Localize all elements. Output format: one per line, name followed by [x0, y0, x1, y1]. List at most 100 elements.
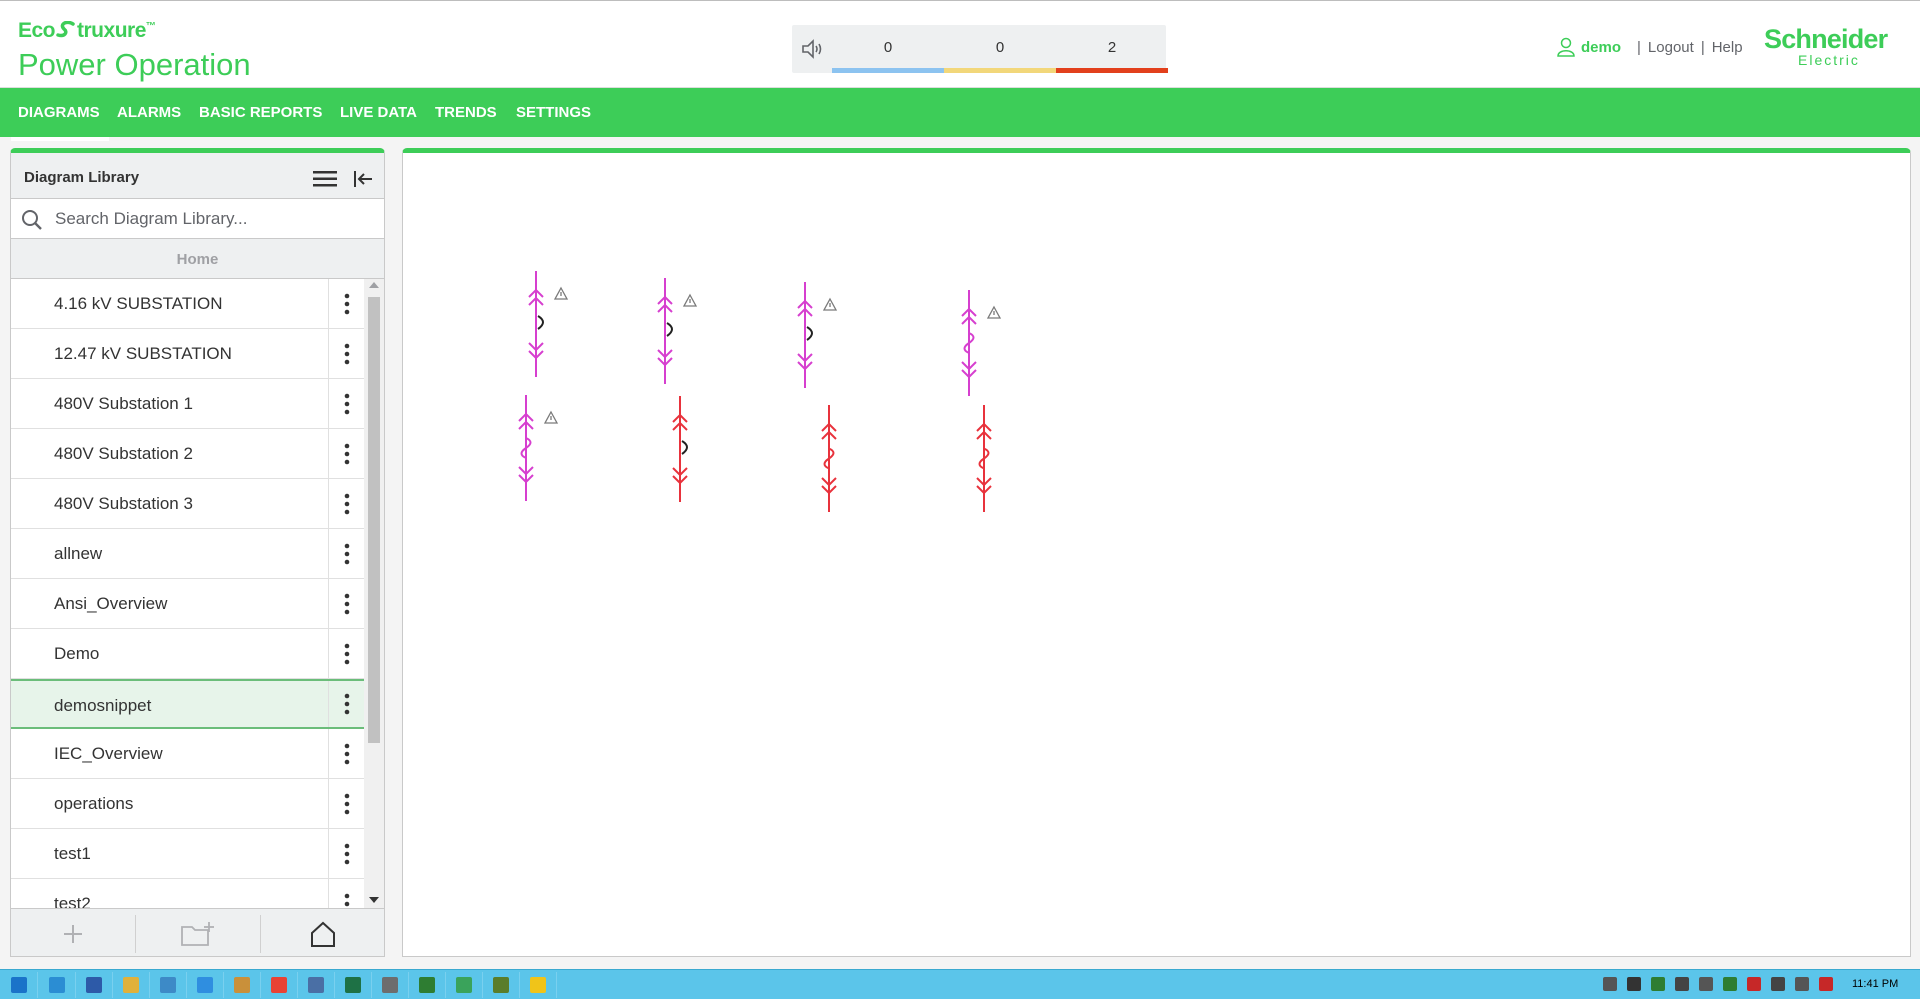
more-options-icon[interactable] [328, 879, 364, 908]
list-item-label[interactable]: 480V Substation 3 [54, 494, 193, 514]
list-item-label[interactable]: 480V Substation 2 [54, 444, 193, 464]
more-options-icon[interactable] [328, 829, 364, 878]
network-icon[interactable] [149, 972, 187, 998]
nav-trends[interactable]: TRENDS [435, 104, 497, 121]
fuse-symbol[interactable] [518, 395, 534, 501]
ie-icon[interactable] [186, 972, 224, 998]
tray-icon[interactable] [1795, 977, 1809, 991]
warning-icon[interactable] [822, 297, 838, 311]
editor-icon[interactable] [445, 972, 483, 998]
alarm-count-low[interactable]: 0 [832, 39, 944, 56]
list-item[interactable]: 480V Substation 2 [11, 429, 364, 479]
hamburger-menu-icon[interactable] [312, 169, 338, 189]
presentation-icon[interactable] [519, 972, 557, 998]
warning-icon[interactable] [682, 293, 698, 307]
nav-settings[interactable]: SETTINGS [516, 104, 591, 121]
more-options-icon[interactable] [328, 429, 364, 478]
tray-icon[interactable] [1699, 977, 1713, 991]
diagram-canvas[interactable] [402, 148, 1911, 957]
breadcrumb[interactable]: Home [11, 239, 384, 279]
warning-icon[interactable] [553, 286, 569, 300]
list-item-label[interactable]: demosnippet [54, 696, 151, 716]
app4-icon[interactable] [482, 972, 520, 998]
more-options-icon[interactable] [328, 279, 364, 328]
collapse-panel-icon[interactable] [351, 167, 375, 191]
fuse-symbol[interactable] [821, 405, 837, 512]
help-link[interactable]: Help [1712, 39, 1743, 56]
list-item[interactable]: test2 [11, 879, 364, 908]
list-item[interactable]: 480V Substation 3 [11, 479, 364, 529]
more-options-icon[interactable] [328, 629, 364, 678]
nav-basic-reports[interactable]: BASIC REPORTS [199, 104, 322, 121]
fuse-symbol[interactable] [961, 290, 977, 396]
more-options-icon[interactable] [328, 329, 364, 378]
breaker-symbol[interactable] [672, 396, 688, 502]
breaker-symbol[interactable] [528, 271, 544, 377]
list-item[interactable]: IEC_Overview [11, 729, 364, 779]
tray-icon[interactable] [1771, 977, 1785, 991]
list-item[interactable]: operations [11, 779, 364, 829]
list-item[interactable]: 480V Substation 1 [11, 379, 364, 429]
warning-icon[interactable] [543, 410, 559, 424]
more-options-icon[interactable] [328, 729, 364, 778]
nav-alarms[interactable]: ALARMS [117, 104, 181, 121]
more-options-icon[interactable] [328, 681, 364, 727]
tray-icon[interactable] [1675, 977, 1689, 991]
app2-icon[interactable] [371, 972, 409, 998]
scroll-up-arrow-icon[interactable] [369, 282, 379, 288]
list-item-label[interactable]: operations [54, 794, 133, 814]
tools-icon[interactable] [223, 972, 261, 998]
more-options-icon[interactable] [328, 779, 364, 828]
excel-icon[interactable] [334, 972, 372, 998]
app3-icon[interactable] [408, 972, 446, 998]
chrome-icon[interactable] [260, 972, 298, 998]
start-icon[interactable] [0, 972, 38, 998]
list-item[interactable]: 12.47 kV SUBSTATION [11, 329, 364, 379]
list-item-label[interactable]: test2 [54, 894, 91, 908]
home-button[interactable] [261, 909, 384, 956]
tray-icon[interactable] [1723, 977, 1737, 991]
list-item[interactable]: allnew [11, 529, 364, 579]
app1-icon[interactable] [297, 972, 335, 998]
list-item-label[interactable]: 12.47 kV SUBSTATION [54, 344, 232, 364]
add-folder-button[interactable] [136, 909, 260, 956]
list-item[interactable]: test1 [11, 829, 364, 879]
scrollbar[interactable] [364, 279, 384, 908]
breaker-symbol[interactable] [797, 282, 813, 388]
powershell-icon[interactable] [75, 972, 113, 998]
nav-diagrams[interactable]: DIAGRAMS [11, 104, 109, 141]
fuse-symbol[interactable] [976, 405, 992, 512]
breaker-symbol[interactable] [657, 278, 673, 384]
alarm-count-medium[interactable]: 0 [944, 39, 1056, 56]
list-item-label[interactable]: allnew [54, 544, 102, 564]
list-item-label[interactable]: Demo [54, 644, 99, 664]
add-diagram-button[interactable] [11, 909, 135, 956]
speaker-icon[interactable] [800, 37, 826, 61]
list-item-label[interactable]: test1 [54, 844, 91, 864]
tray-icon[interactable] [1651, 977, 1665, 991]
search-input[interactable] [55, 207, 373, 231]
scrollbar-thumb[interactable] [368, 297, 380, 743]
logout-link[interactable]: Logout [1648, 39, 1694, 56]
list-item-label[interactable]: Ansi_Overview [54, 594, 167, 614]
user-name[interactable]: demo [1581, 39, 1621, 56]
more-options-icon[interactable] [328, 479, 364, 528]
list-item-label[interactable]: IEC_Overview [54, 744, 163, 764]
more-options-icon[interactable] [328, 529, 364, 578]
list-item-label[interactable]: 4.16 kV SUBSTATION [54, 294, 222, 314]
list-item[interactable]: Demo [11, 629, 364, 679]
warning-icon[interactable] [986, 305, 1002, 319]
list-item[interactable]: Ansi_Overview [11, 579, 364, 629]
alarm-count-high[interactable]: 2 [1056, 39, 1168, 56]
clock[interactable]: 11:41 PM [1852, 978, 1898, 990]
nav-live-data[interactable]: LIVE DATA [340, 104, 417, 121]
explorer-icon[interactable] [112, 972, 150, 998]
tray-icon[interactable] [1627, 977, 1641, 991]
more-options-icon[interactable] [328, 579, 364, 628]
server-manager-icon[interactable] [38, 972, 76, 998]
list-item[interactable]: demosnippet [11, 679, 364, 729]
more-options-icon[interactable] [328, 379, 364, 428]
alarm-counter[interactable]: 0 0 2 [792, 25, 1168, 73]
tray-icon[interactable] [1819, 977, 1833, 991]
tray-icon[interactable] [1747, 977, 1761, 991]
